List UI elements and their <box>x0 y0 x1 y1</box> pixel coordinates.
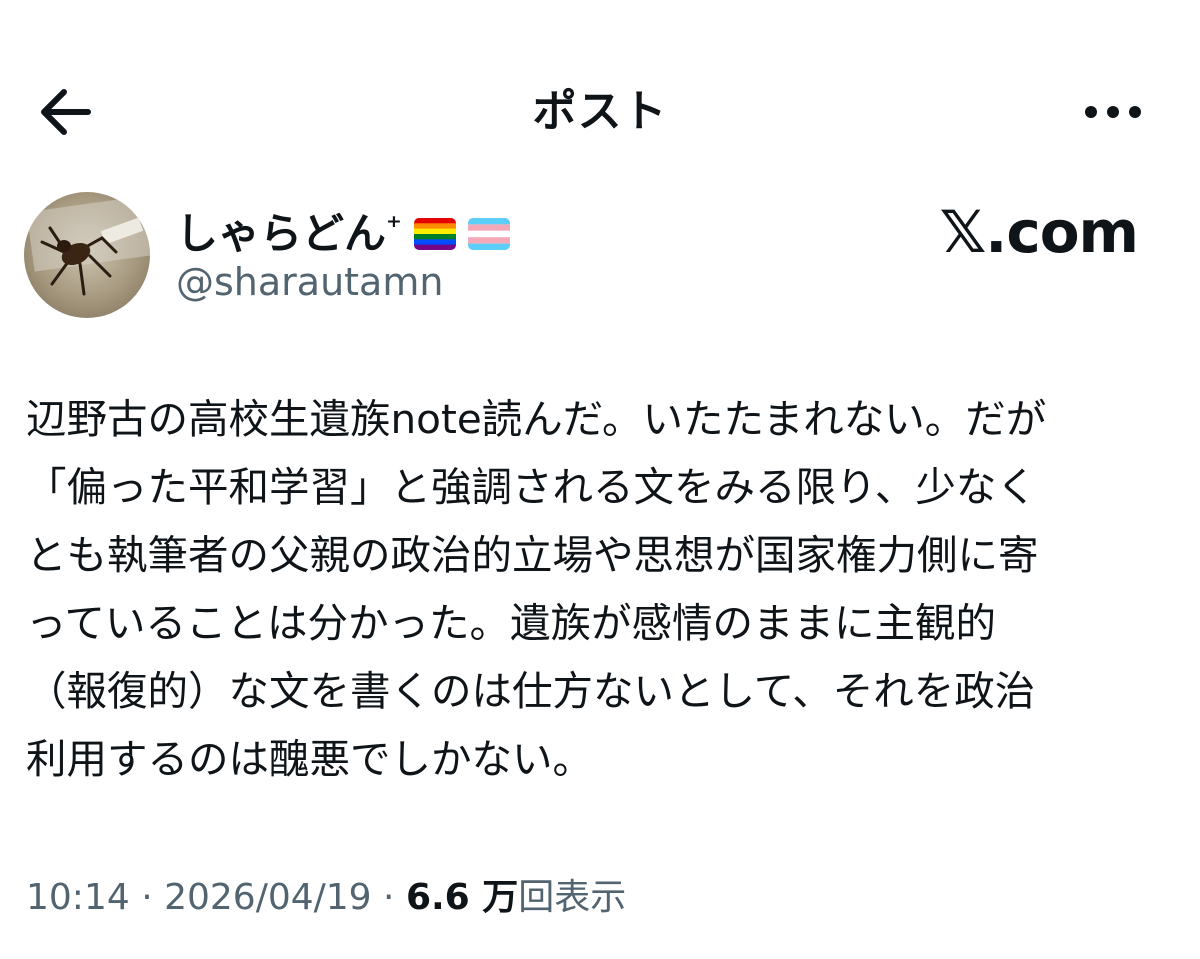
name-suffix: ⁺ <box>386 210 402 245</box>
post-time[interactable]: 10:14 <box>26 877 130 918</box>
post-date[interactable]: 2026/04/19 <box>164 877 372 918</box>
display-name-row[interactable]: しゃらどん ⁺ <box>176 206 510 262</box>
top-bar: ポスト <box>0 60 1200 170</box>
page-title: ポスト <box>532 86 668 137</box>
user-handle[interactable]: @sharautamn <box>176 256 443 308</box>
rainbow-flag-icon <box>413 218 456 250</box>
more-dots-icon <box>1085 106 1141 118</box>
transgender-flag-icon <box>467 218 510 250</box>
avatar[interactable] <box>24 192 150 318</box>
post-text: 辺野古の高校生遺族note読んだ。いたたまれない。だが 「偏った平和学習」と強調… <box>26 385 1176 793</box>
post-text-line: っていることは分かった。遺族が感情のままに主観的 <box>26 599 996 647</box>
post-text-line: 辺野古の高校生遺族note読んだ。いたたまれない。だが <box>26 395 1047 443</box>
display-name: しゃらどん <box>176 209 387 258</box>
beetle-photo-icon <box>24 192 150 318</box>
post-author: しゃらどん ⁺ @sharautamn 𝕏.com <box>24 192 1174 322</box>
views-count[interactable]: 6.6 万 <box>406 877 518 918</box>
views-label[interactable]: 回表示 <box>518 877 626 918</box>
meta-separator: · <box>129 877 165 918</box>
post-text-line: 利用するのは醜悪でしかない。 <box>26 735 593 783</box>
post-text-line: とも執筆者の父親の政治的立場や思想が国家権力側に寄 <box>26 531 1039 579</box>
meta-separator: · <box>371 877 406 918</box>
post-text-line: （報復的）な文を書くのは仕方ないとして、それを政治 <box>26 667 1036 715</box>
post-text-line: 「偏った平和学習」と強調される文をみる限り、少なく <box>26 463 1037 511</box>
site-label: 𝕏.com <box>939 198 1139 266</box>
post-metadata: 10:14 · 2026/04/19 · 6.6 万回表示 <box>26 868 626 928</box>
more-options-button[interactable] <box>1078 86 1148 138</box>
